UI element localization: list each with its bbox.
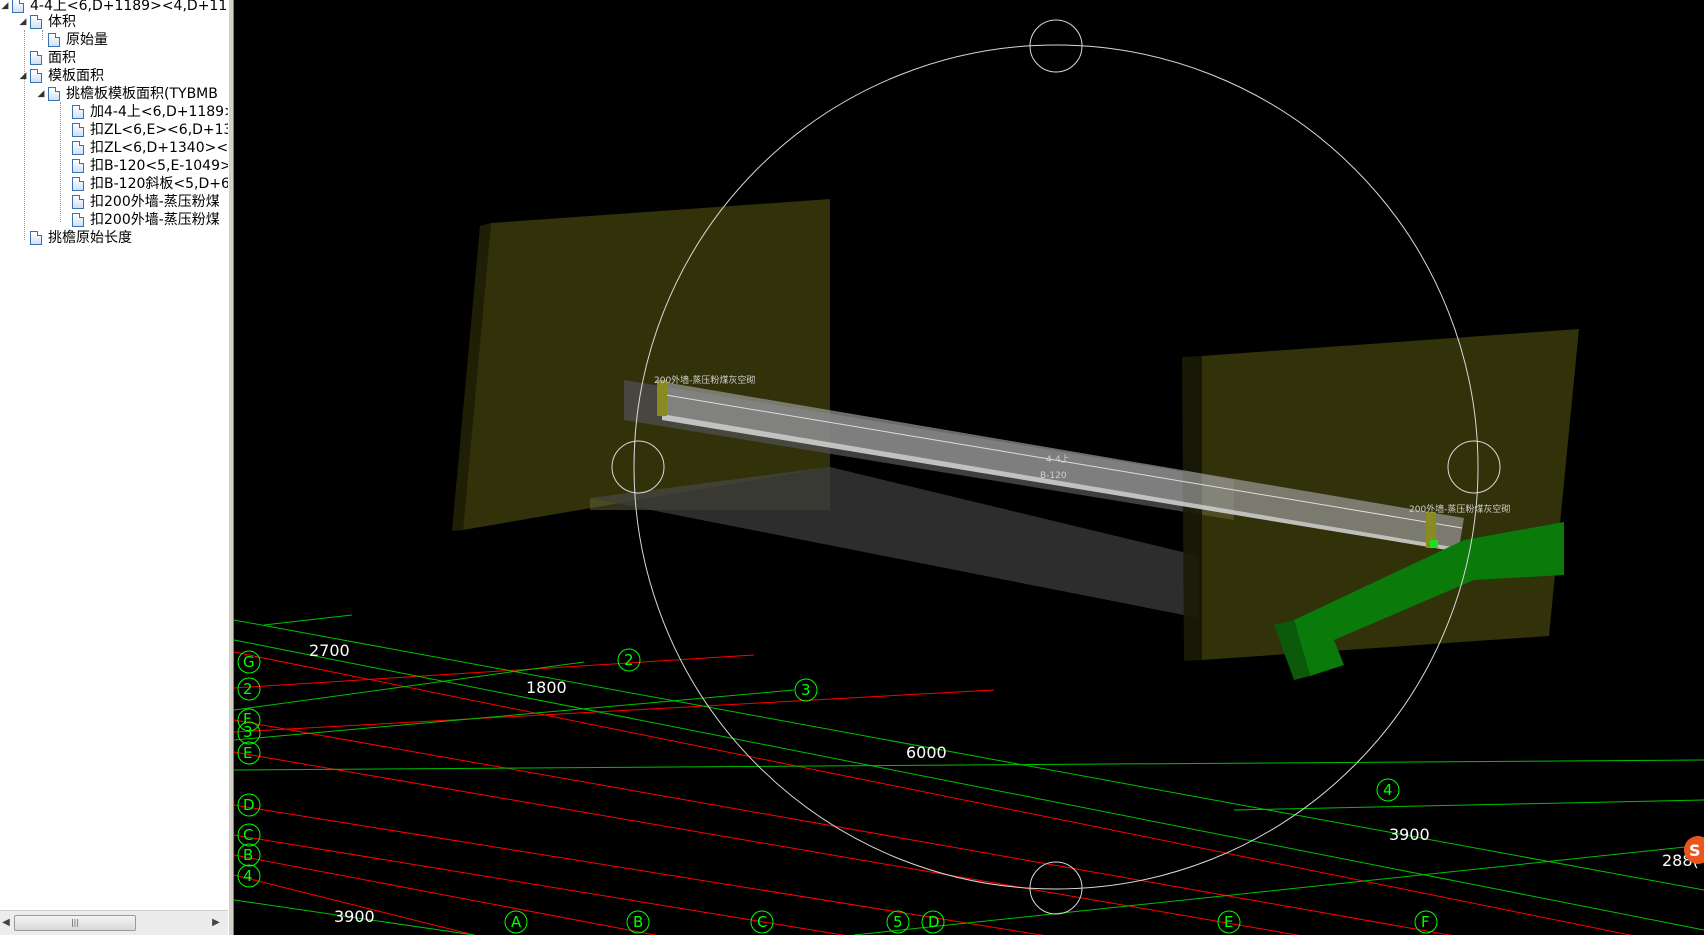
tree-item-label: 面积 bbox=[48, 50, 76, 66]
tree-item-formwork-area[interactable]: ◢ 模板面积 bbox=[18, 67, 104, 85]
axis-label-G: G bbox=[243, 653, 255, 671]
tree-item-eave-formwork-area[interactable]: ◢ 挑檐板模板面积(TYBMB bbox=[36, 85, 218, 103]
document-icon bbox=[12, 0, 24, 13]
document-icon bbox=[30, 51, 42, 65]
dimension-3900-left: 3900 bbox=[334, 907, 375, 926]
collapse-icon[interactable]: ◢ bbox=[18, 71, 28, 81]
wall-end-marker bbox=[1430, 540, 1438, 548]
document-icon bbox=[72, 177, 84, 191]
document-icon bbox=[72, 123, 84, 137]
horizontal-scrollbar[interactable]: ◀ ||| ▶ bbox=[0, 910, 228, 935]
document-icon bbox=[48, 33, 60, 47]
axis-label-C-bottom: C bbox=[757, 913, 767, 931]
axis-label-B-bottom: B bbox=[633, 913, 643, 931]
scrollbar-thumb[interactable]: ||| bbox=[14, 915, 136, 931]
tree-item-label: 扣B-120斜板<5,D+6' bbox=[90, 176, 228, 192]
axis-label-4: 4 bbox=[243, 867, 253, 885]
dimension-2700: 2700 bbox=[309, 641, 350, 660]
axis-label-5-bottom: 5 bbox=[893, 913, 903, 931]
tree-connector bbox=[42, 30, 43, 40]
component-tree-panel[interactable]: ◢ 4-4上<6,D+1189><4,D+1189 ◢ 体积 原始量 面积 ◢ … bbox=[0, 0, 228, 935]
axis-label-2: 2 bbox=[243, 680, 253, 698]
beam-sub-label: B-120 bbox=[1040, 471, 1067, 481]
tree-item-deduct-zl-2[interactable]: 扣ZL<6,D+1340><6, bbox=[72, 139, 228, 157]
axis-label-D: D bbox=[243, 796, 255, 814]
tree-item-label: 扣B-120<5,E-1049> bbox=[90, 158, 228, 174]
3d-scene[interactable]: 200外墙-蒸压粉煤灰空砌 200外墙-蒸压粉煤灰空砌 4-4上 B-120 G… bbox=[234, 0, 1704, 935]
tree-item-label: 扣200外墙-蒸压粉煤 bbox=[90, 212, 220, 228]
tree-item-label: 模板面积 bbox=[48, 68, 104, 84]
axis-label-A-bottom: A bbox=[511, 913, 522, 931]
tree-item-label: 体积 bbox=[48, 14, 76, 30]
collapse-icon[interactable]: ◢ bbox=[36, 89, 46, 99]
tree-connector bbox=[24, 30, 25, 240]
axis-label-4-far: 4 bbox=[1383, 781, 1393, 799]
tree-item-label: 挑檐板模板面积(TYBMB bbox=[66, 86, 218, 102]
document-icon bbox=[30, 231, 42, 245]
wall-label-right: 200外墙-蒸压粉煤灰空砌 bbox=[1409, 503, 1510, 515]
tree-item-deduct-wall-2[interactable]: 扣200外墙-蒸压粉煤 bbox=[72, 211, 220, 229]
document-icon bbox=[72, 105, 84, 119]
axis-label-C: C bbox=[243, 826, 253, 844]
axis-label-2-far: 2 bbox=[624, 651, 634, 669]
svg-text:S: S bbox=[1689, 841, 1701, 860]
tree-item-add[interactable]: 加4-4上<6,D+1189> bbox=[72, 103, 228, 121]
tree-item-deduct-wall-1[interactable]: 扣200外墙-蒸压粉煤 bbox=[72, 193, 220, 211]
tree-item-label: 加4-4上<6,D+1189> bbox=[90, 104, 228, 120]
document-icon bbox=[30, 15, 42, 29]
collapse-icon[interactable]: ◢ bbox=[0, 1, 10, 11]
tree-item-label: 原始量 bbox=[66, 32, 108, 48]
document-icon bbox=[72, 195, 84, 209]
axis-label-3: 3 bbox=[243, 723, 253, 741]
tree-item-area[interactable]: 面积 bbox=[30, 49, 76, 67]
tree-connector bbox=[60, 102, 61, 222]
scroll-right-arrow-icon[interactable]: ▶ bbox=[210, 916, 222, 930]
tree-item-original-quantity[interactable]: 原始量 bbox=[48, 31, 108, 49]
document-icon bbox=[72, 213, 84, 227]
collapse-icon[interactable]: ◢ bbox=[18, 17, 28, 27]
document-icon bbox=[72, 141, 84, 155]
dimension-1800: 1800 bbox=[526, 678, 567, 697]
document-icon bbox=[72, 159, 84, 173]
scroll-left-arrow-icon[interactable]: ◀ bbox=[0, 916, 12, 930]
beam-label: 4-4上 bbox=[1046, 454, 1070, 465]
tree-item-label: 挑檐原始长度 bbox=[48, 230, 132, 246]
axis-label-D-bottom: D bbox=[928, 913, 940, 931]
axis-label-F-bottom: F bbox=[1421, 913, 1430, 931]
axis-label-E: E bbox=[243, 744, 252, 762]
tree-item-deduct-b120[interactable]: 扣B-120<5,E-1049> bbox=[72, 157, 228, 175]
tree-item-volume[interactable]: ◢ 体积 bbox=[18, 13, 76, 31]
axis-label-E-bottom: E bbox=[1224, 913, 1233, 931]
tree-item-label: 扣ZL<6,E><6,D+134 bbox=[90, 122, 228, 138]
tree-item-deduct-zl-1[interactable]: 扣ZL<6,E><6,D+134 bbox=[72, 121, 228, 139]
axis-label-B: B bbox=[243, 846, 253, 864]
green-axis-lines bbox=[234, 614, 1704, 935]
tree-view[interactable]: ◢ 4-4上<6,D+1189><4,D+1189 ◢ 体积 原始量 面积 ◢ … bbox=[0, 0, 228, 910]
document-icon bbox=[30, 69, 42, 83]
tree-item-label: 扣200外墙-蒸压粉煤 bbox=[90, 194, 220, 210]
wall-label-left: 200外墙-蒸压粉煤灰空砌 bbox=[654, 374, 755, 386]
tree-item-eave-length[interactable]: 挑檐原始长度 bbox=[30, 229, 132, 247]
dimension-3900-right: 3900 bbox=[1389, 825, 1430, 844]
axis-label-3-far: 3 bbox=[801, 681, 811, 699]
3d-viewport[interactable]: 200外墙-蒸压粉煤灰空砌 200外墙-蒸压粉煤灰空砌 4-4上 B-120 G… bbox=[234, 0, 1704, 935]
dimension-6000: 6000 bbox=[906, 743, 947, 762]
tree-item-label: 扣ZL<6,D+1340><6, bbox=[90, 140, 228, 156]
tree-item-deduct-b120-slope[interactable]: 扣B-120斜板<5,D+6' bbox=[72, 175, 228, 193]
red-axis-lines bbox=[234, 651, 1633, 935]
document-icon bbox=[48, 87, 60, 101]
